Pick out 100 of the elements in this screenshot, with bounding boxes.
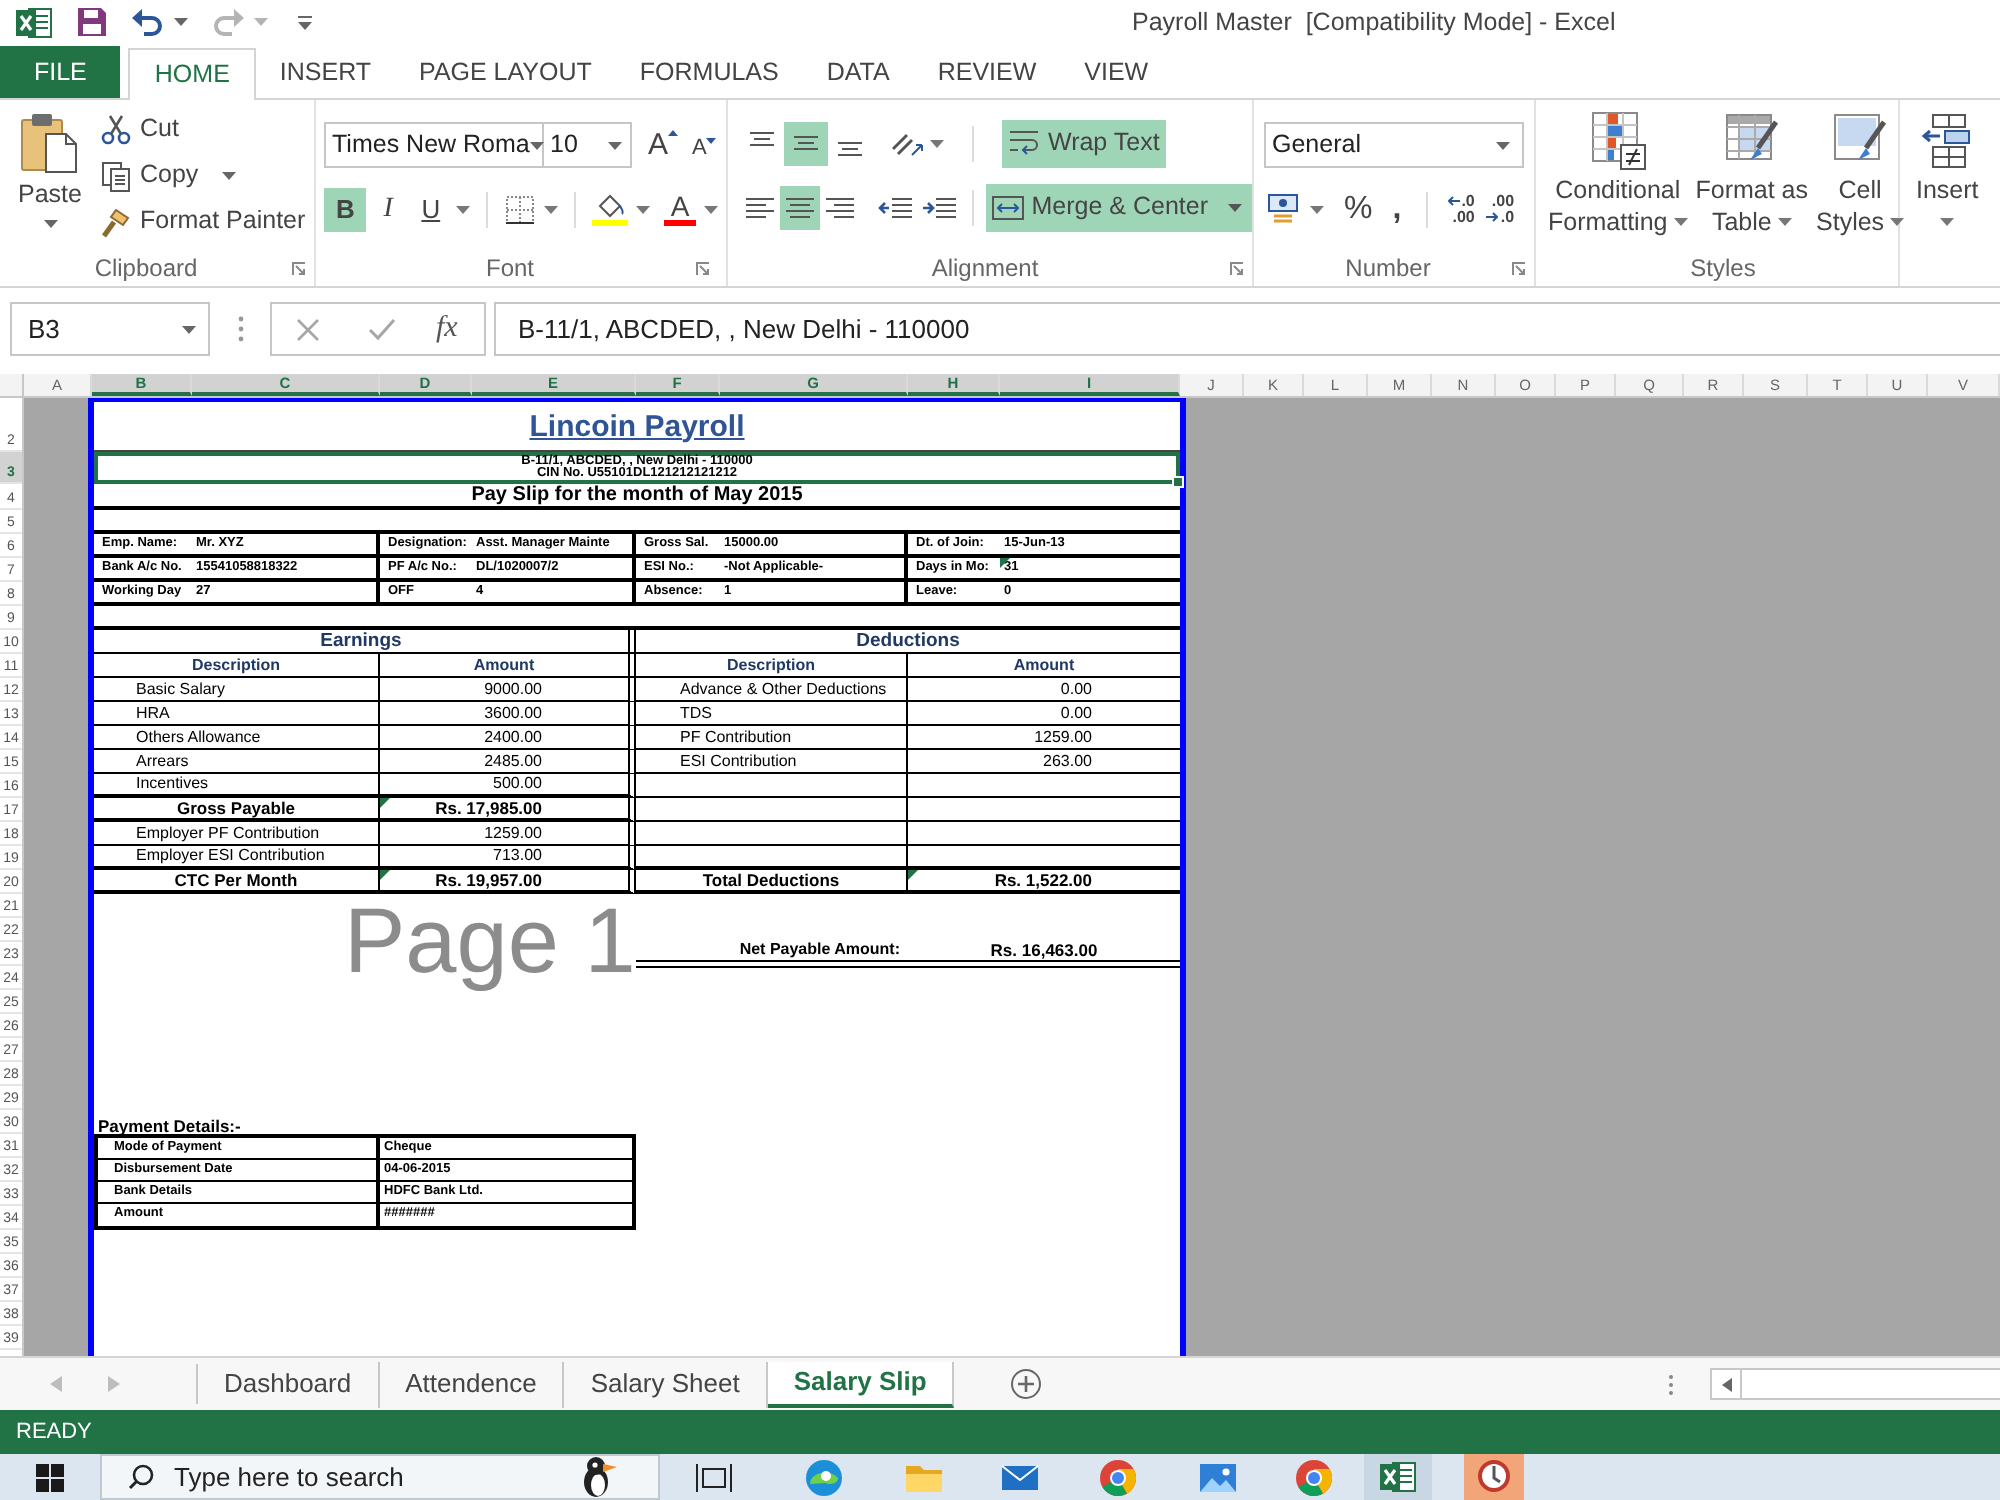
paint-bucket-icon (592, 192, 629, 226)
percent-button[interactable]: % (1344, 193, 1373, 225)
caret-icon (704, 205, 719, 213)
group-label: Font (483, 252, 536, 286)
add-sheet-icon[interactable] (1010, 1368, 1043, 1400)
item-label: PF Contribution (680, 729, 792, 745)
swirl-logo-icon[interactable] (804, 1457, 844, 1497)
dialog-launcher-icon[interactable] (1512, 261, 1526, 275)
total-label: Gross Payable (176, 799, 296, 817)
caret-icon (174, 18, 188, 26)
ribbon-tab[interactable]: HOME (128, 48, 256, 100)
align-button[interactable] (784, 121, 828, 165)
increase-decimal-button[interactable]: .0 .00 (1447, 193, 1475, 225)
shrink-font-button[interactable]: A (692, 137, 717, 159)
fill-color-button[interactable] (592, 192, 651, 226)
payslip-heading: Pay Slip for the month of May 2015 (471, 485, 803, 505)
dialog-launcher-icon[interactable] (292, 261, 306, 275)
accounting-format-button[interactable] (1268, 194, 1324, 224)
name-box[interactable]: B3 (10, 302, 210, 356)
caret-icon (1777, 218, 1792, 226)
number-format-dropdown[interactable]: General (1264, 122, 1524, 168)
caret-icon (1940, 218, 1955, 226)
start-icon[interactable] (36, 1463, 64, 1491)
grow-font-button[interactable]: A (648, 130, 679, 160)
ribbon-tab[interactable]: INSERT (255, 46, 396, 98)
sheet-tab[interactable]: Salary Slip (767, 1361, 955, 1407)
cut-button[interactable]: Cut (98, 106, 308, 152)
font-color-button[interactable]: A (664, 193, 719, 225)
sheet-tab[interactable]: Dashboard (198, 1361, 380, 1407)
cell-styles-button[interactable]: Cell Styles (1816, 110, 1905, 250)
format-as-table-button[interactable]: Format as Table (1695, 110, 1809, 250)
align-button[interactable] (779, 185, 820, 229)
insert-button[interactable]: Insert (1916, 110, 1979, 286)
formula-field[interactable]: B-11/1, ABCDED, , New Delhi - 110000 (494, 302, 2000, 356)
caret-icon (1310, 205, 1324, 213)
italic-button[interactable]: I (366, 187, 410, 231)
customize-icon[interactable] (298, 14, 312, 30)
align-center-icon (785, 197, 814, 217)
caret-icon (254, 18, 268, 26)
borders-button[interactable] (504, 193, 559, 225)
envelope-icon[interactable] (1000, 1461, 1040, 1493)
left-arrow-icon[interactable] (1722, 1377, 1732, 1391)
group-label: Number (1343, 252, 1433, 286)
conditional-formatting-button[interactable]: Conditional Formatting (1548, 110, 1688, 250)
caret-icon (1227, 203, 1242, 211)
round-logo-icon[interactable] (1098, 1457, 1138, 1497)
item-label: Employer ESI Contribution (136, 848, 325, 864)
section-heading: Earnings (320, 631, 402, 651)
group-label: Styles (1688, 252, 1758, 286)
file-tab[interactable]: FILE (0, 46, 121, 98)
ribbon-tab[interactable]: PAGE LAYOUT (395, 46, 616, 98)
fill-handle[interactable] (1172, 476, 1184, 488)
ribbon-tab[interactable]: REVIEW (913, 46, 1061, 98)
caret-icon (608, 141, 622, 149)
underline-button[interactable]: U (409, 187, 453, 231)
comma-style-button[interactable]: , (1392, 193, 1402, 225)
decrease-indent-icon (878, 197, 913, 217)
ribbon-tab[interactable]: DATA (802, 46, 914, 98)
decrease-decimal-button[interactable]: .00 .0 (1486, 193, 1515, 225)
copy-button[interactable]: Copy (98, 152, 308, 198)
item-label: ESI Contribution (680, 753, 797, 769)
bold-button[interactable]: B (324, 187, 367, 231)
landscape-icon[interactable] (1198, 1461, 1238, 1493)
font-name-dropdown[interactable]: Times New Roma (324, 122, 544, 168)
caret-icon (456, 205, 471, 213)
ribbon-tab[interactable]: FORMULAS (615, 46, 803, 98)
column-heading: Description (191, 657, 280, 673)
wrap-text-icon (1008, 130, 1040, 156)
insert-function-button[interactable]: fx (436, 306, 458, 352)
clock-tile-icon[interactable] (1464, 1454, 1524, 1500)
vertical-dots-icon[interactable] (238, 316, 244, 342)
dialog-launcher-icon[interactable] (696, 261, 710, 275)
task-view-icon[interactable] (694, 1461, 734, 1493)
banknote-icon (1268, 194, 1302, 224)
undo-icon[interactable] (132, 8, 164, 36)
spreadsheet-logo-icon[interactable] (1364, 1454, 1432, 1500)
spreadsheet-logo-icon (16, 5, 52, 39)
checkmark-icon[interactable] (368, 317, 396, 341)
ribbon-tab[interactable]: VIEW (1060, 46, 1173, 98)
item-amount: 1259.00 (484, 825, 542, 841)
sheet-tab[interactable]: Attendence (379, 1361, 565, 1407)
total-label: Total Deductions (702, 871, 840, 889)
horizontal-scrollbar[interactable] (1710, 1368, 2000, 1400)
caret-icon (544, 205, 559, 213)
vertical-dots-icon[interactable] (1668, 1373, 1674, 1395)
font-size-dropdown[interactable]: 10 (544, 122, 632, 168)
orientation-button[interactable] (892, 131, 944, 155)
net-pay-amount: Rs. 16,463.00 (990, 942, 1098, 959)
search-field[interactable]: Type here to search (100, 1454, 660, 1500)
round-logo-icon[interactable] (1294, 1457, 1334, 1497)
align-right-icon (825, 197, 854, 217)
format-painter-button[interactable]: Format Painter (98, 198, 308, 244)
paintbrush-icon (100, 205, 132, 237)
wrap-text-button[interactable]: Wrap Text (1002, 119, 1166, 167)
column-heading: Amount (1013, 657, 1075, 673)
dialog-launcher-icon[interactable] (1230, 261, 1244, 275)
save-icon[interactable] (76, 6, 108, 38)
merge-center-button[interactable]: Merge & Center (985, 183, 1252, 231)
paste-button[interactable]: Paste (8, 110, 92, 250)
item-amount: 2400.00 (484, 729, 542, 745)
